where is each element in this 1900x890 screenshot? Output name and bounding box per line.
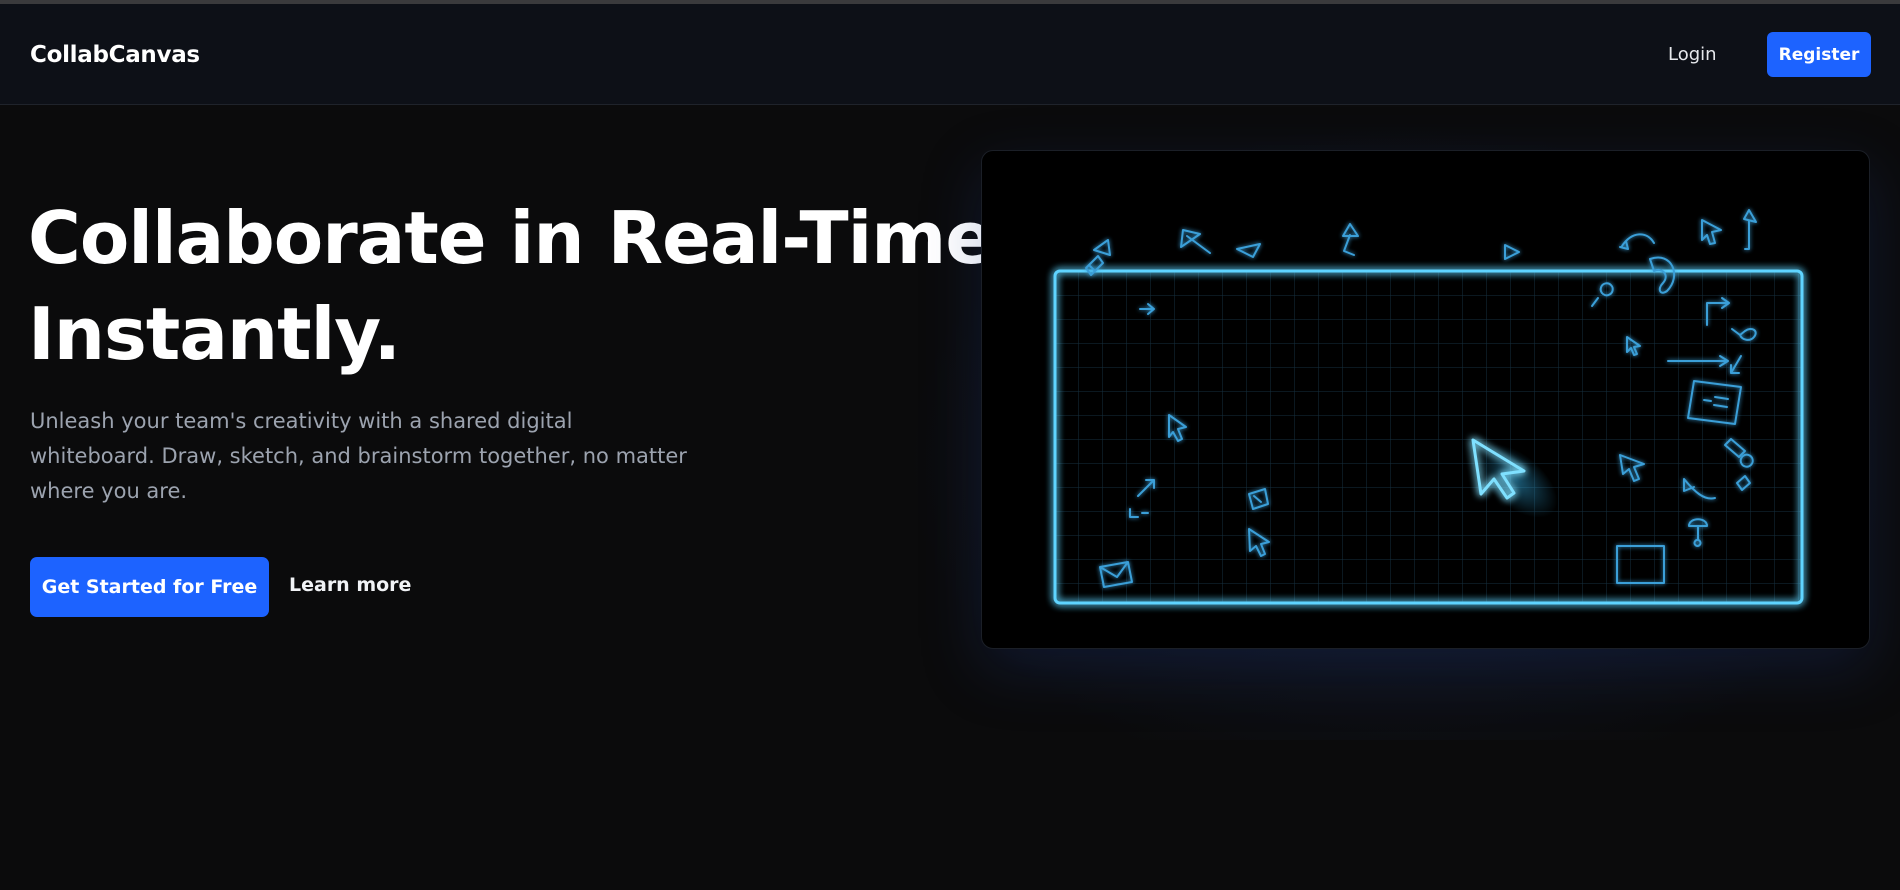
register-button[interactable]: Register [1767, 32, 1871, 77]
arrow-up-left-icon [1180, 229, 1211, 254]
pointer-icon [1701, 219, 1722, 245]
hero-title-line-2: Instantly. [28, 292, 401, 376]
undo-icon [1619, 233, 1655, 250]
get-started-button[interactable]: Get Started for Free [30, 557, 269, 617]
play-icon [1504, 244, 1520, 260]
pin-arrow-icon [1743, 209, 1757, 250]
hero-subtitle: Unleash your team's creativity with a sh… [30, 409, 687, 503]
hero-title-line-1: Collaborate in Real-Time, [28, 196, 1021, 280]
login-link[interactable]: Login [1668, 44, 1717, 65]
whiteboard-illustration [981, 150, 1870, 649]
whiteboard-illustration-svg [1053, 209, 1804, 605]
hero-title: Collaborate in Real-Time, Instantly. [28, 190, 1021, 382]
send-icon [1236, 243, 1261, 258]
flag-icon [1342, 223, 1359, 256]
brand-logo[interactable]: CollabCanvas [30, 42, 200, 68]
learn-more-link[interactable]: Learn more [289, 574, 411, 596]
navbar: CollabCanvas Login Register [0, 4, 1900, 105]
board-grid [1055, 271, 1802, 603]
triangle-icon [1093, 239, 1111, 256]
